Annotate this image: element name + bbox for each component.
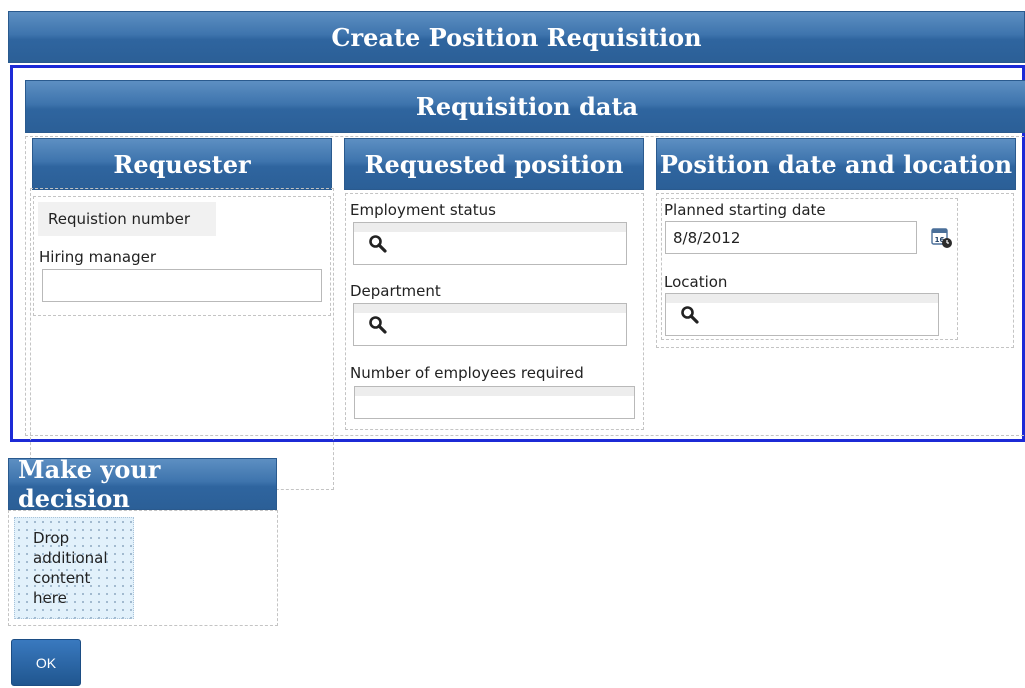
department-search[interactable] — [353, 303, 627, 346]
ok-button-label: OK — [35, 654, 57, 671]
hiring-manager-label: Hiring manager — [39, 248, 156, 266]
page-title-text: Create Position Requisition — [331, 22, 702, 52]
field-shade — [354, 304, 626, 313]
requester-header: Requester — [32, 138, 332, 190]
position-date-location-title: Position date and location — [659, 149, 1013, 179]
section-title: Requisition data — [25, 80, 1025, 133]
employment-status-search[interactable] — [353, 222, 627, 265]
requester-title: Requester — [113, 149, 251, 179]
drop-zone[interactable]: Drop additional content here — [14, 517, 134, 619]
decision-title: Make your decision — [8, 455, 277, 513]
field-shade — [354, 223, 626, 232]
search-icon — [681, 306, 699, 324]
decision-title-text: Make your decision — [18, 455, 161, 513]
search-icon — [369, 235, 387, 253]
requested-position-header: Requested position — [344, 138, 644, 190]
section-title-text: Requisition data — [415, 92, 639, 121]
position-date-location-header: Position date and location — [656, 138, 1016, 190]
start-date-label: Planned starting date — [664, 201, 826, 219]
employees-required-label: Number of employees required — [350, 364, 584, 382]
ok-button[interactable]: OK — [11, 639, 81, 686]
drop-zone-text: Drop additional content here — [33, 529, 108, 607]
start-date-value: 8/8/2012 — [673, 228, 741, 247]
page-title: Create Position Requisition — [8, 11, 1025, 63]
location-label: Location — [664, 273, 728, 291]
calendar-clock-icon[interactable]: 16 — [931, 227, 953, 249]
location-search[interactable] — [665, 293, 939, 336]
hiring-manager-input[interactable] — [42, 269, 322, 302]
requisition-number-label: Requistion number — [38, 202, 216, 236]
field-shade — [355, 387, 634, 396]
requisition-number-text: Requistion number — [48, 210, 191, 228]
field-shade — [666, 294, 938, 303]
employees-required-input[interactable] — [354, 386, 635, 419]
department-label: Department — [350, 282, 441, 300]
requisition-panel: Requisition data Requester Requistion nu… — [10, 65, 1025, 490]
search-icon — [369, 316, 387, 334]
requested-position-title: Requested position — [364, 149, 624, 179]
employment-status-label: Employment status — [350, 201, 496, 219]
start-date-input[interactable]: 8/8/2012 — [665, 221, 917, 254]
